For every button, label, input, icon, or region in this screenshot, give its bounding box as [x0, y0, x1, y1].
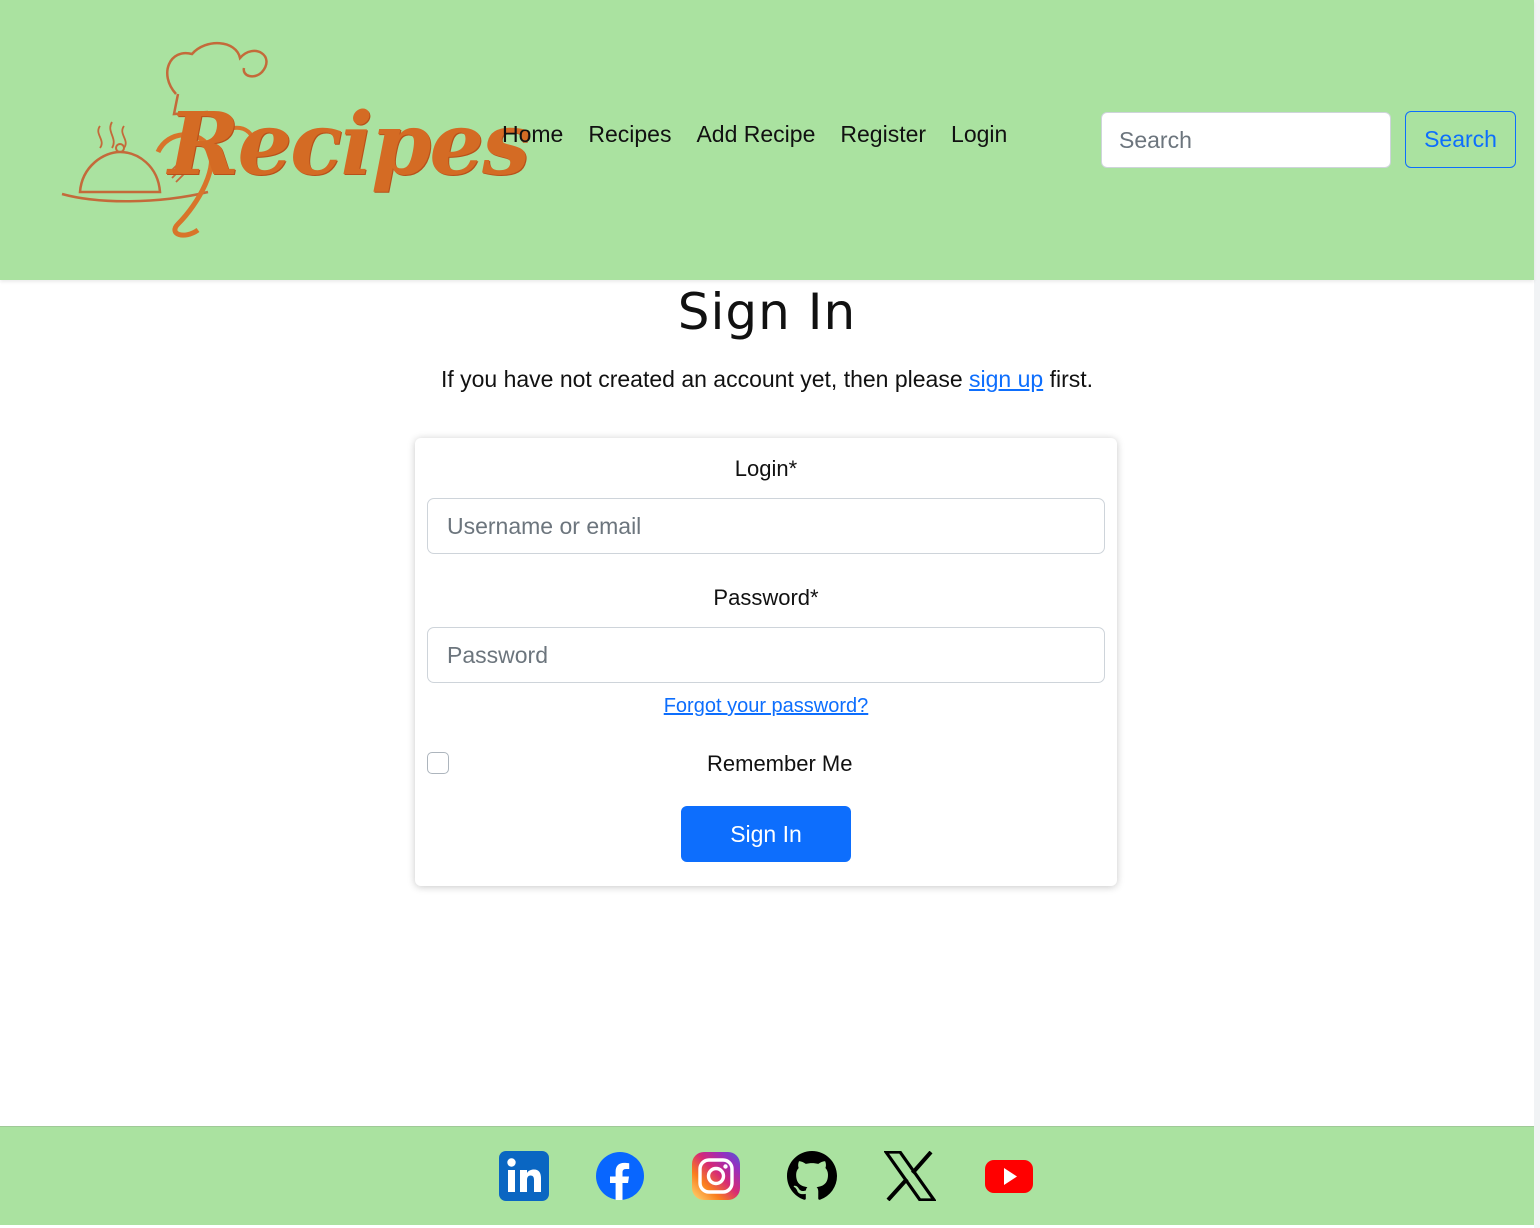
- youtube-icon: [985, 1160, 1033, 1193]
- linkedin-icon: [499, 1151, 549, 1201]
- sign-up-link[interactable]: sign up: [969, 366, 1043, 392]
- instagram-link[interactable]: [691, 1151, 741, 1201]
- x-link[interactable]: [882, 1150, 938, 1202]
- signup-prompt: If you have not created an account yet, …: [0, 364, 1534, 394]
- forgot-password-row: Forgot your password?: [415, 692, 1117, 720]
- username-field[interactable]: [427, 498, 1105, 554]
- login-form: Login* Password* Forgot your password? R…: [415, 438, 1117, 886]
- facebook-icon: [596, 1152, 644, 1200]
- instagram-icon: [692, 1152, 740, 1200]
- nav-register[interactable]: Register: [840, 118, 926, 150]
- forgot-password-link[interactable]: Forgot your password?: [664, 695, 869, 717]
- search-button[interactable]: Search: [1405, 111, 1516, 168]
- nav-login[interactable]: Login: [951, 118, 1007, 150]
- signup-prompt-suffix: first.: [1043, 366, 1094, 392]
- remember-me-label[interactable]: Remember Me: [707, 749, 852, 779]
- page-edge: [1534, 0, 1540, 1228]
- site-logo[interactable]: Recipes: [58, 34, 530, 249]
- site-footer: [0, 1126, 1534, 1225]
- nav-home[interactable]: Home: [502, 118, 563, 150]
- password-label: Password*: [713, 585, 819, 610]
- sign-in-button[interactable]: Sign In: [681, 806, 851, 862]
- password-field[interactable]: [427, 627, 1105, 683]
- remember-me-checkbox[interactable]: [427, 752, 449, 774]
- github-link[interactable]: [787, 1151, 837, 1201]
- nav-recipes[interactable]: Recipes: [588, 118, 671, 150]
- signup-prompt-text: If you have not created an account yet, …: [440, 366, 970, 392]
- linkedin-link[interactable]: [499, 1151, 549, 1201]
- youtube-link[interactable]: [984, 1151, 1034, 1201]
- page-title: Sign In: [677, 283, 857, 341]
- x-icon: [882, 1150, 938, 1202]
- site-header: Recipes Home Recipes Add Recipe Register…: [0, 0, 1534, 280]
- facebook-link[interactable]: [595, 1151, 645, 1201]
- logo-wordmark: Recipes: [168, 94, 530, 195]
- login-label: Login*: [734, 456, 798, 481]
- main-nav: Home Recipes Add Recipe Register Login: [502, 118, 1007, 150]
- search-input[interactable]: [1101, 112, 1391, 168]
- nav-add-recipe[interactable]: Add Recipe: [696, 118, 815, 150]
- github-icon: [787, 1151, 837, 1200]
